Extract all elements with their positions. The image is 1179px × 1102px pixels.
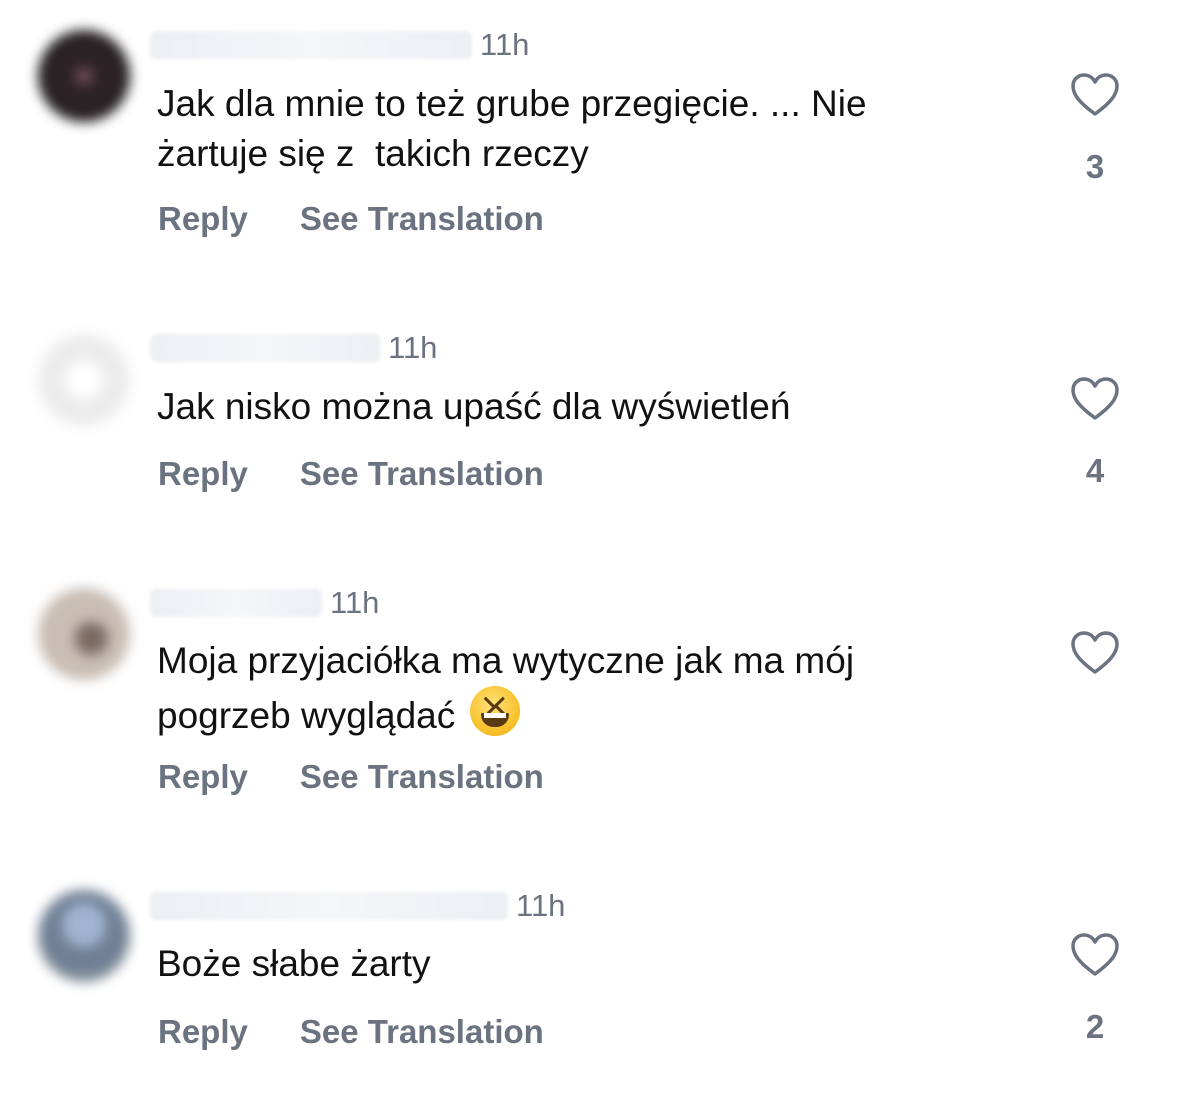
comment-actions: Reply See Translation bbox=[158, 758, 544, 796]
see-translation-button[interactable]: See Translation bbox=[300, 455, 544, 493]
username-blurred[interactable] bbox=[150, 589, 322, 617]
comment-timestamp: 11h bbox=[480, 27, 530, 62]
comment-text: Moja przyjaciółka ma wytyczne jak ma mój… bbox=[157, 636, 1037, 741]
username-blurred[interactable] bbox=[150, 31, 472, 59]
username-blurred[interactable] bbox=[150, 334, 380, 362]
comment-actions: Reply See Translation bbox=[158, 1013, 544, 1051]
comment-text: Jak dla mnie to też grube przegięcie. ..… bbox=[157, 83, 867, 174]
comment-header: 11h bbox=[150, 583, 379, 623]
comment-timestamp: 11h bbox=[516, 888, 566, 923]
comment-header: 11h bbox=[150, 25, 529, 65]
comment-actions: Reply See Translation bbox=[158, 455, 544, 493]
avatar[interactable] bbox=[38, 890, 130, 982]
comment-timestamp: 11h bbox=[330, 585, 380, 620]
reply-button[interactable]: Reply bbox=[158, 200, 248, 238]
avatar[interactable] bbox=[38, 588, 130, 680]
avatar[interactable] bbox=[38, 30, 130, 122]
like-control: 3 bbox=[1068, 72, 1122, 188]
comment-timestamp: 11h bbox=[388, 330, 438, 365]
see-translation-button[interactable]: See Translation bbox=[300, 758, 544, 796]
comment-header: 11h bbox=[150, 328, 437, 368]
heart-icon[interactable] bbox=[1070, 376, 1120, 422]
heart-icon[interactable] bbox=[1070, 72, 1120, 118]
comment-actions: Reply See Translation bbox=[158, 200, 544, 238]
username-blurred[interactable] bbox=[150, 892, 508, 920]
avatar[interactable] bbox=[38, 334, 130, 426]
see-translation-button[interactable]: See Translation bbox=[300, 200, 544, 238]
like-control bbox=[1068, 630, 1122, 676]
grinning-squinting-face-icon bbox=[469, 686, 520, 736]
like-control: 2 bbox=[1068, 932, 1122, 1048]
see-translation-button[interactable]: See Translation bbox=[300, 1013, 544, 1051]
comment-text: Jak nisko można upaść dla wyświetleń bbox=[157, 386, 791, 427]
reply-button[interactable]: Reply bbox=[158, 758, 248, 796]
comment-text: Boże słabe żarty bbox=[157, 943, 431, 984]
like-count: 3 bbox=[1085, 148, 1105, 185]
comment-header: 11h bbox=[150, 886, 565, 926]
heart-icon[interactable] bbox=[1070, 932, 1120, 978]
reply-button[interactable]: Reply bbox=[158, 1013, 248, 1051]
heart-icon[interactable] bbox=[1070, 630, 1120, 676]
like-count: 4 bbox=[1085, 452, 1105, 489]
like-control: 4 bbox=[1068, 376, 1122, 492]
reply-button[interactable]: Reply bbox=[158, 455, 248, 493]
like-count: 2 bbox=[1085, 1008, 1105, 1045]
